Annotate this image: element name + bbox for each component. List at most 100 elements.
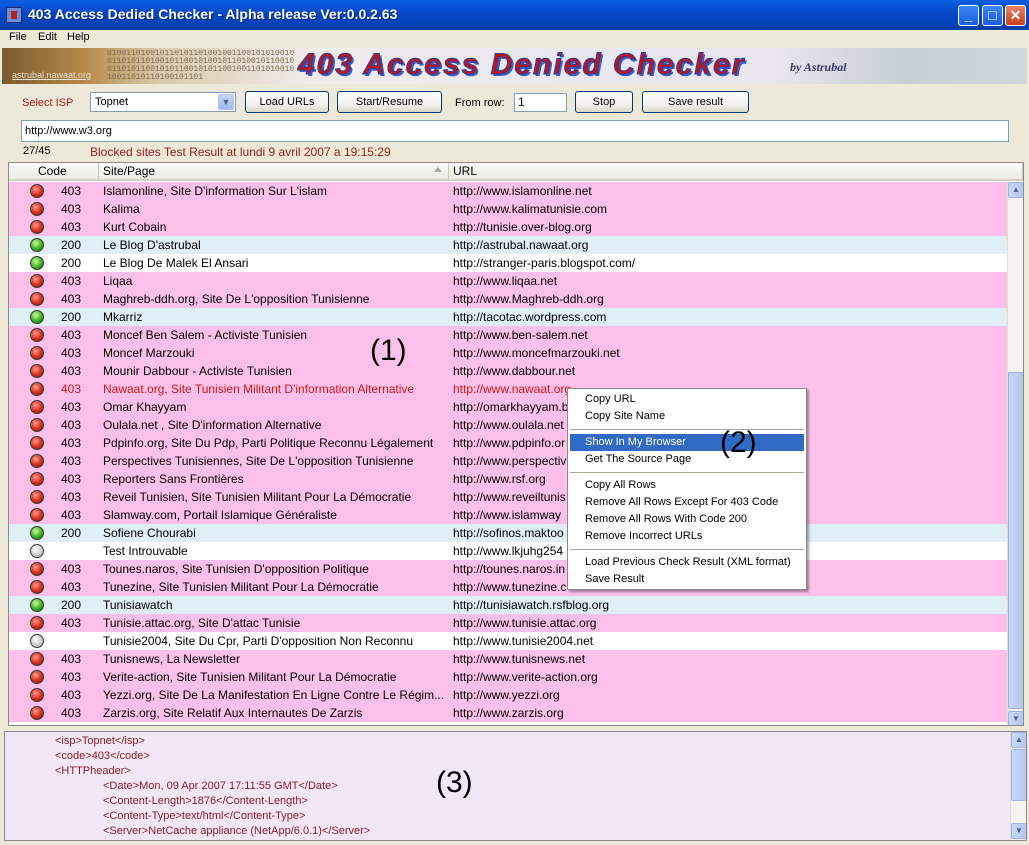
- status-red-icon: [30, 184, 44, 198]
- status-red-icon: [30, 292, 44, 306]
- scrollbar-thumb[interactable]: [1011, 749, 1026, 801]
- table-row[interactable]: 403 Islamonline, Site D'information Sur L…: [9, 182, 1007, 200]
- table-row[interactable]: 403 Moncef Marzouki http://www.moncefmarzo…: [9, 344, 1007, 362]
- cell-site: Slamway.com, Portail Islamique Généralis…: [103, 508, 337, 522]
- xml-line: <Date>Mon, 09 Apr 2007 17:11:55 GMT</Dat…: [103, 780, 338, 792]
- status-green-icon: [30, 310, 44, 324]
- cell-url: http://www.tunisie2004.net: [453, 634, 594, 648]
- column-header-code[interactable]: Code: [9, 163, 99, 181]
- ctx-separator: [570, 472, 804, 473]
- ctx-copy-url[interactable]: Copy URL: [570, 391, 804, 408]
- ctx-remove-incorrect-urls[interactable]: Remove Incorrect URLs: [570, 528, 804, 545]
- cell-url: http://stranger-paris.blogspot.com/: [453, 256, 636, 270]
- table-row[interactable]: 403 Yezzi.org, Site De La Manifestation E…: [9, 686, 1007, 704]
- cell-url: http://www.rsf.org: [453, 472, 546, 486]
- window-title: 403 Access Dedied Checker - Alpha releas…: [28, 6, 398, 22]
- ctx-get-source-page[interactable]: Get The Source Page: [570, 451, 804, 468]
- start-resume-button[interactable]: Start/Resume: [337, 91, 442, 113]
- table-row[interactable]: 403 Omar Khayyam http://omarkhayyam.b: [9, 398, 1007, 416]
- table-row[interactable]: 403 Zarzis.org, Site Relatif Aux Internau…: [9, 704, 1007, 722]
- table-row[interactable]: 403 Tunisie.attac.org, Site D'attac Tunis…: [9, 614, 1007, 632]
- from-row-input[interactable]: 1: [514, 93, 567, 112]
- chevron-down-icon[interactable]: ▼: [218, 94, 234, 110]
- cell-code: 403: [61, 274, 82, 288]
- xml-detail-panel[interactable]: <isp>Topnet</isp> <code>403</code> <HTTPhe…: [4, 731, 1027, 841]
- cell-code: 403: [61, 364, 82, 378]
- cell-site: Le Blog D'astrubal: [103, 238, 201, 252]
- banner-link[interactable]: astrubal.nawaat.org: [12, 70, 91, 80]
- table-row[interactable]: 403 Moncef Ben Salem - Activiste Tunisien…: [9, 326, 1007, 344]
- minimize-button[interactable]: _: [958, 5, 979, 26]
- cell-code: 403: [61, 562, 82, 576]
- table-row[interactable]: Tunisie2004, Site Du Cpr, Parti D'opposi…: [9, 632, 1007, 650]
- table-row[interactable]: 200 Tunisiawatch http://tunisiawatch.rsfbl…: [9, 596, 1007, 614]
- status-green-icon: [30, 238, 44, 252]
- xml-scrollbar[interactable]: ▲ ▼: [1010, 732, 1026, 840]
- status-red-icon: [30, 562, 44, 576]
- cell-site: Pdpinfo.org, Site Du Pdp, Parti Politiqu…: [103, 436, 434, 450]
- load-urls-button[interactable]: Load URLs: [245, 91, 329, 113]
- cell-code: 403: [61, 616, 82, 630]
- column-header-site[interactable]: Site/Page: [99, 163, 449, 181]
- cell-url: http://tunisiawatch.rsfblog.org: [453, 598, 610, 612]
- table-row[interactable]: Test Introuvable http://www.lkjuhg254: [9, 542, 1007, 560]
- cell-url: http://www.reveiltunis: [453, 490, 566, 504]
- status-red-icon: [30, 580, 44, 594]
- table-row[interactable]: 403 Slamway.com, Portail Islamique Généra…: [9, 506, 1007, 524]
- ctx-show-in-browser[interactable]: Show In My Browser: [570, 434, 804, 451]
- ctx-remove-except-403[interactable]: Remove All Rows Except For 403 Code: [570, 494, 804, 511]
- table-row[interactable]: 403 Perspectives Tunisiennes, Site De L'o…: [9, 452, 1007, 470]
- table-row[interactable]: 403 Oulala.net , Site D'information Alter…: [9, 416, 1007, 434]
- scroll-down-icon[interactable]: ▼: [1011, 823, 1026, 839]
- annotation-3: (3): [436, 766, 473, 799]
- cell-site: Oulala.net , Site D'information Alternat…: [103, 418, 322, 432]
- ctx-remove-code-200[interactable]: Remove All Rows With Code 200: [570, 511, 804, 528]
- ctx-copy-all-rows[interactable]: Copy All Rows: [570, 477, 804, 494]
- cell-code: 403: [61, 652, 82, 666]
- ctx-copy-site-name[interactable]: Copy Site Name: [570, 408, 804, 425]
- table-row[interactable]: 403 Maghreb-ddh.org, Site De L'opposition…: [9, 290, 1007, 308]
- table-row[interactable]: 403 Mounir Dabbour - Activiste Tunisien ht…: [9, 362, 1007, 380]
- ctx-load-previous-result[interactable]: Load Previous Check Result (XML format): [570, 554, 804, 571]
- isp-select[interactable]: Topnet ▼: [90, 92, 236, 112]
- menu-file[interactable]: File: [9, 31, 27, 43]
- table-row[interactable]: 403 Liqaa http://www.liqaa.net: [9, 272, 1007, 290]
- table-row[interactable]: 403 Kalima http://www.kalimatunisie.com: [9, 200, 1007, 218]
- scroll-up-icon[interactable]: ▲: [1008, 182, 1023, 198]
- cell-url: http://www.zarzis.org: [453, 706, 564, 720]
- scroll-down-icon[interactable]: ▼: [1008, 711, 1023, 725]
- table-row[interactable]: 200 Sofiene Chourabi http://sofinos.maktoo: [9, 524, 1007, 542]
- table-row[interactable]: 403 Tunisnews, La Newsletter http://www.tu…: [9, 650, 1007, 668]
- table-row[interactable]: 200 Le Blog D'astrubal http://astrubal.naw…: [9, 236, 1007, 254]
- maximize-button[interactable]: □: [982, 5, 1003, 26]
- table-row[interactable]: 200 Mkarriz http://tacotac.wordpress.com: [9, 308, 1007, 326]
- table-row[interactable]: 403 Tounes.naros, Site Tunisien D'opposit…: [9, 560, 1007, 578]
- table-row[interactable]: 403 Kurt Cobain http://tunisie.over-blog.o…: [9, 218, 1007, 236]
- cell-url: http://www.ben-salem.net: [453, 328, 588, 342]
- cell-site: Reporters Sans Frontières: [103, 472, 244, 486]
- table-row[interactable]: 403 Tunezine, Site Tunisien Militant Pour…: [9, 578, 1007, 596]
- status-grey-icon: [30, 634, 44, 648]
- cell-code: 403: [61, 472, 82, 486]
- menu-help[interactable]: Help: [67, 31, 90, 43]
- ctx-save-result[interactable]: Save Result: [570, 571, 804, 588]
- table-row[interactable]: 403 Reporters Sans Frontières http://www.r…: [9, 470, 1007, 488]
- table-row[interactable]: 403 Nawaat.org, Site Tunisien Militant D'…: [9, 380, 1007, 398]
- table-row[interactable]: 403 Reveil Tunisien, Site Tunisien Milita…: [9, 488, 1007, 506]
- column-header-url[interactable]: URL: [449, 163, 1023, 181]
- status-red-icon: [30, 508, 44, 522]
- close-button[interactable]: ✕: [1005, 5, 1026, 26]
- table-row[interactable]: 200 Le Blog De Malek El Ansari http://stra…: [9, 254, 1007, 272]
- ctx-separator: [570, 549, 804, 550]
- scroll-up-icon[interactable]: ▲: [1011, 732, 1026, 748]
- grid-scrollbar[interactable]: ▲ ▼: [1007, 182, 1023, 725]
- save-result-button[interactable]: Save result: [642, 91, 749, 113]
- stop-button[interactable]: Stop: [575, 91, 633, 113]
- menu-edit[interactable]: Edit: [38, 31, 57, 43]
- cell-url: http://www.islamonline.net: [453, 184, 592, 198]
- table-row[interactable]: 403 Verite-action, Site Tunisien Militant…: [9, 668, 1007, 686]
- table-row[interactable]: 403 Pdpinfo.org, Site Du Pdp, Parti Polit…: [9, 434, 1007, 452]
- scrollbar-thumb[interactable]: [1008, 372, 1023, 709]
- url-field[interactable]: http://www.w3.org: [21, 120, 1009, 142]
- app-icon: [6, 7, 22, 23]
